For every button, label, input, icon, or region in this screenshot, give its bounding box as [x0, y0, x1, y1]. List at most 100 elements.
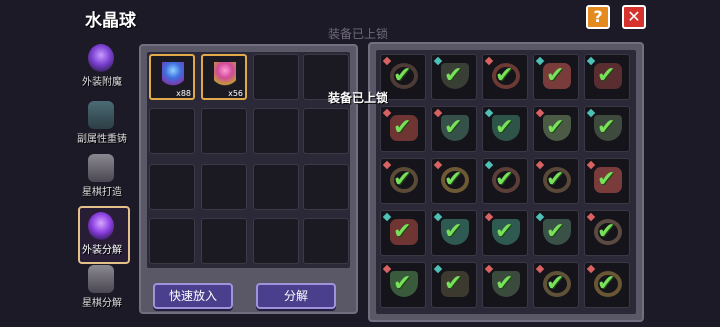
check-icon: ✔ — [597, 63, 616, 88]
material-slot[interactable]: x88 — [149, 54, 195, 100]
equipment-slot[interactable]: ✔ — [431, 262, 477, 308]
equipment-slot[interactable]: ✔ — [584, 158, 630, 204]
equipment-slot[interactable]: ✔ — [482, 262, 528, 308]
sidebar-item-chess-disassemble[interactable]: 星棋分解 — [70, 263, 134, 315]
rarity-gem-icon — [535, 264, 545, 274]
equipment-slot[interactable]: ✔ — [431, 106, 477, 152]
equipment-slot[interactable]: ✔ — [584, 106, 630, 152]
disassemble-orb-icon — [88, 212, 114, 240]
sidebar-item-label: 外装附魔 — [82, 77, 122, 88]
background-lock-notice: 装备已上锁 — [328, 27, 389, 41]
help-button[interactable]: ? — [586, 5, 610, 29]
item-count: x88 — [176, 89, 191, 98]
equipment-slot[interactable]: ✔ — [380, 106, 426, 152]
equipment-slot[interactable]: ✔ — [584, 262, 630, 308]
check-icon: ✔ — [495, 271, 514, 296]
equipment-slot[interactable]: ✔ — [584, 54, 630, 100]
equipment-slot[interactable]: ✔ — [431, 158, 477, 204]
equipment-slot[interactable]: ✔ — [533, 210, 579, 256]
sidebar-item-enchant[interactable]: 外装附魔 — [70, 42, 134, 94]
rarity-gem-icon — [433, 264, 443, 274]
material-grid: x88 x56 — [147, 52, 350, 268]
check-icon: ✔ — [444, 219, 463, 244]
sidebar-item-forge[interactable]: 星棋打造 — [70, 152, 134, 204]
equipment-slot[interactable]: ✔ — [380, 210, 426, 256]
rarity-gem-icon — [382, 212, 392, 222]
equipment-slot[interactable]: ✔ — [482, 54, 528, 100]
equipment-slot[interactable]: ✔ — [584, 210, 630, 256]
rarity-gem-icon — [484, 160, 494, 170]
equipment-panel: ✔ ✔ ✔ ✔ ✔ ✔ ✔ ✔ ✔ ✔ ✔ ✔ ✔ ✔ ✔ ✔ ✔ ✔ ✔ ✔ ✔ ✔ ✔ ✔ ✔ — [368, 42, 644, 322]
equipment-slot[interactable]: ✔ — [482, 210, 528, 256]
check-icon: ✔ — [597, 167, 616, 192]
lock-toast: 装备已上锁 — [328, 91, 389, 105]
equipment-slot[interactable]: ✔ — [533, 262, 579, 308]
material-slot[interactable] — [303, 164, 349, 210]
blue-crystal-icon — [162, 62, 184, 86]
check-icon: ✔ — [444, 271, 463, 296]
material-slot[interactable] — [201, 218, 247, 264]
check-icon: ✔ — [546, 271, 565, 296]
sidebar-item-recast[interactable]: 副属性重铸 — [70, 99, 134, 151]
material-slot[interactable] — [149, 164, 195, 210]
sidebar-item-label: 星棋打造 — [82, 187, 122, 198]
material-slot[interactable] — [253, 54, 299, 100]
material-slot[interactable] — [201, 108, 247, 154]
material-panel: x88 x56 — [139, 44, 358, 314]
rarity-gem-icon — [535, 160, 545, 170]
material-slot[interactable] — [253, 218, 299, 264]
sidebar-item-label: 外装分解 — [82, 245, 122, 256]
check-icon: ✔ — [444, 115, 463, 140]
material-slot[interactable] — [253, 108, 299, 154]
pink-crystal-icon — [214, 62, 236, 86]
check-icon: ✔ — [546, 115, 565, 140]
help-icon: ? — [593, 7, 603, 26]
check-icon: ✔ — [495, 115, 514, 140]
check-icon: ✔ — [444, 167, 463, 192]
check-icon: ✔ — [495, 219, 514, 244]
equipment-slot[interactable]: ✔ — [533, 158, 579, 204]
material-slot[interactable] — [303, 218, 349, 264]
material-slot[interactable] — [149, 108, 195, 154]
material-slot[interactable] — [303, 108, 349, 154]
close-icon: ✕ — [627, 7, 641, 26]
material-slot[interactable] — [149, 218, 195, 264]
check-icon: ✔ — [393, 219, 412, 244]
check-icon: ✔ — [393, 115, 412, 140]
check-icon: ✔ — [393, 63, 412, 88]
close-button[interactable]: ✕ — [622, 5, 646, 29]
rarity-gem-icon — [382, 160, 392, 170]
quick-add-button[interactable]: 快速放入 — [153, 283, 233, 309]
sidebar-item-disassemble[interactable]: 外装分解 — [70, 206, 134, 264]
equipment-slot[interactable]: ✔ — [533, 106, 579, 152]
equipment-slot[interactable]: ✔ — [482, 158, 528, 204]
equipment-slot[interactable]: ✔ — [482, 106, 528, 152]
material-slot[interactable]: x56 — [201, 54, 247, 100]
check-icon: ✔ — [597, 115, 616, 140]
check-icon: ✔ — [597, 219, 616, 244]
rarity-gem-icon — [382, 56, 392, 66]
rarity-gem-icon — [382, 108, 392, 118]
equipment-slot[interactable]: ✔ — [533, 54, 579, 100]
equipment-grid: ✔ ✔ ✔ ✔ ✔ ✔ ✔ ✔ ✔ ✔ ✔ ✔ ✔ ✔ ✔ ✔ ✔ ✔ ✔ ✔ ✔ ✔ ✔ ✔ ✔ — [376, 50, 636, 314]
enchant-orb-icon — [88, 44, 114, 72]
check-icon: ✔ — [495, 167, 514, 192]
forge-figure-icon — [88, 154, 114, 182]
equipment-slot[interactable]: ✔ — [431, 54, 477, 100]
item-count: x56 — [228, 89, 243, 98]
equipment-slot[interactable]: ✔ — [380, 262, 426, 308]
check-icon: ✔ — [546, 219, 565, 244]
material-slot[interactable] — [201, 164, 247, 210]
check-icon: ✔ — [444, 63, 463, 88]
check-icon: ✔ — [393, 271, 412, 296]
equipment-slot[interactable]: ✔ — [380, 158, 426, 204]
sidebar-item-label: 副属性重铸 — [77, 134, 127, 145]
check-icon: ✔ — [546, 63, 565, 88]
equipment-slot[interactable]: ✔ — [431, 210, 477, 256]
sidebar-item-label: 星棋分解 — [82, 298, 122, 309]
rarity-gem-icon — [586, 264, 596, 274]
decompose-button[interactable]: 分解 — [256, 283, 336, 309]
page-title: 水晶球 — [85, 11, 136, 31]
rarity-gem-icon — [484, 56, 494, 66]
material-slot[interactable] — [253, 164, 299, 210]
